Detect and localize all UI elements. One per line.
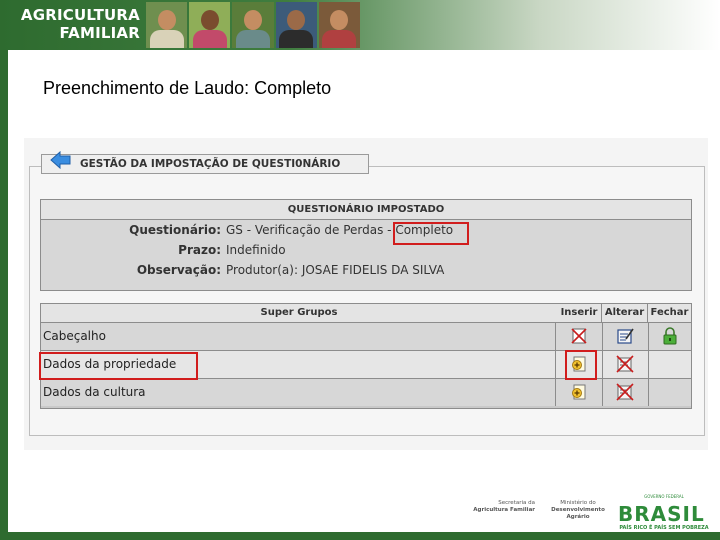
back-arrow-icon[interactable] <box>50 151 72 169</box>
governo-federal-text: GOVERNO FEDERAL <box>644 494 684 499</box>
brasil-slogan: PAÍS RICO É PAÍS SEM POBREZA <box>619 525 709 531</box>
completo-highlight-box <box>393 222 469 245</box>
observacao-label: Observação: <box>136 263 221 277</box>
ministerio-line1: Ministério do <box>560 500 596 506</box>
brand-line2: FAMILIAR <box>59 24 140 42</box>
questionario-table: QUESTIONÁRIO IMPOSTADO Questionário: GS … <box>40 199 692 291</box>
page-title: Preenchimento de Laudo: Completo <box>43 78 332 98</box>
lock-icon[interactable] <box>661 327 679 345</box>
alterar-cell <box>602 323 649 350</box>
farmer-photo <box>275 2 317 48</box>
left-accent-bar <box>0 0 8 540</box>
prazo-value: Indefinido <box>226 243 286 257</box>
edit-disabled-icon <box>616 355 634 373</box>
inserir-cell <box>557 379 603 406</box>
edit-icon[interactable] <box>616 327 634 345</box>
ministerio-line2: Desenvolvimento Agrário <box>551 507 605 520</box>
dados-propriedade-highlight-box <box>39 352 198 380</box>
alterar-cell <box>602 351 649 378</box>
fieldset-legend-title: GESTÃO DA IMPOSTAÇÃO DE QUESTI0NÁRIO <box>80 158 341 170</box>
ministerio-logo: Ministério do Desenvolvimento Agrário <box>543 500 613 521</box>
farmer-photo <box>318 2 361 48</box>
brasil-governo-federal-logo: GOVERNO FEDERAL BRASIL PAÍS RICO É PAÍS … <box>618 494 712 531</box>
agricultura-familiar-logo: AGRICULTURA FAMILIAR <box>20 6 140 42</box>
table-row: Dados da cultura <box>41 378 691 406</box>
insert-icon[interactable] <box>570 383 588 401</box>
prazo-label: Prazo: <box>178 243 221 257</box>
table-row: Cabeçalho <box>41 322 691 350</box>
alterar-cell <box>602 379 649 406</box>
slide-header: AGRICULTURA FAMILIAR <box>0 0 720 50</box>
fechar-cell <box>648 323 691 350</box>
secretaria-logo: Secretaria da Agricultura Familiar <box>455 500 535 514</box>
questionario-header: QUESTIONÁRIO IMPOSTADO <box>41 200 691 220</box>
super-grupo-name: Dados da cultura <box>41 379 556 406</box>
header-photo-strip <box>146 2 361 48</box>
secretaria-line1: Secretaria da <box>498 500 535 506</box>
observacao-value: Produtor(a): JOSAE FIDELIS DA SILVA <box>226 263 445 277</box>
bottom-accent-bar <box>0 532 720 540</box>
questionario-row: Questionário: GS - Verificação de Perdas… <box>41 220 691 240</box>
super-grupo-name: Cabeçalho <box>41 323 556 350</box>
secretaria-line2: Agricultura Familiar <box>473 507 535 513</box>
super-grupos-header: Super Grupos <box>41 304 558 323</box>
footer-logos: Secretaria da Agricultura Familiar Minis… <box>455 494 715 531</box>
questionario-label: Questionário: <box>129 223 221 237</box>
insert-disabled-icon <box>571 328 587 344</box>
fechar-cell <box>648 379 691 406</box>
inserir-highlight-box <box>565 350 597 380</box>
brasil-wordmark: BRASIL <box>618 502 705 526</box>
edit-disabled-icon <box>616 383 634 401</box>
fechar-cell <box>648 351 691 378</box>
farmer-photo <box>232 2 274 48</box>
inserir-header: Inserir <box>557 304 602 323</box>
farmer-photo <box>146 2 188 48</box>
prazo-row: Prazo: Indefinido <box>41 240 691 260</box>
alterar-header: Alterar <box>602 304 648 323</box>
observacao-row: Observação: Produtor(a): JOSAE FIDELIS D… <box>41 260 691 280</box>
fechar-header: Fechar <box>648 304 691 323</box>
farmer-photo <box>189 2 231 48</box>
inserir-cell <box>557 323 603 350</box>
brand-line1: AGRICULTURA <box>20 6 140 24</box>
